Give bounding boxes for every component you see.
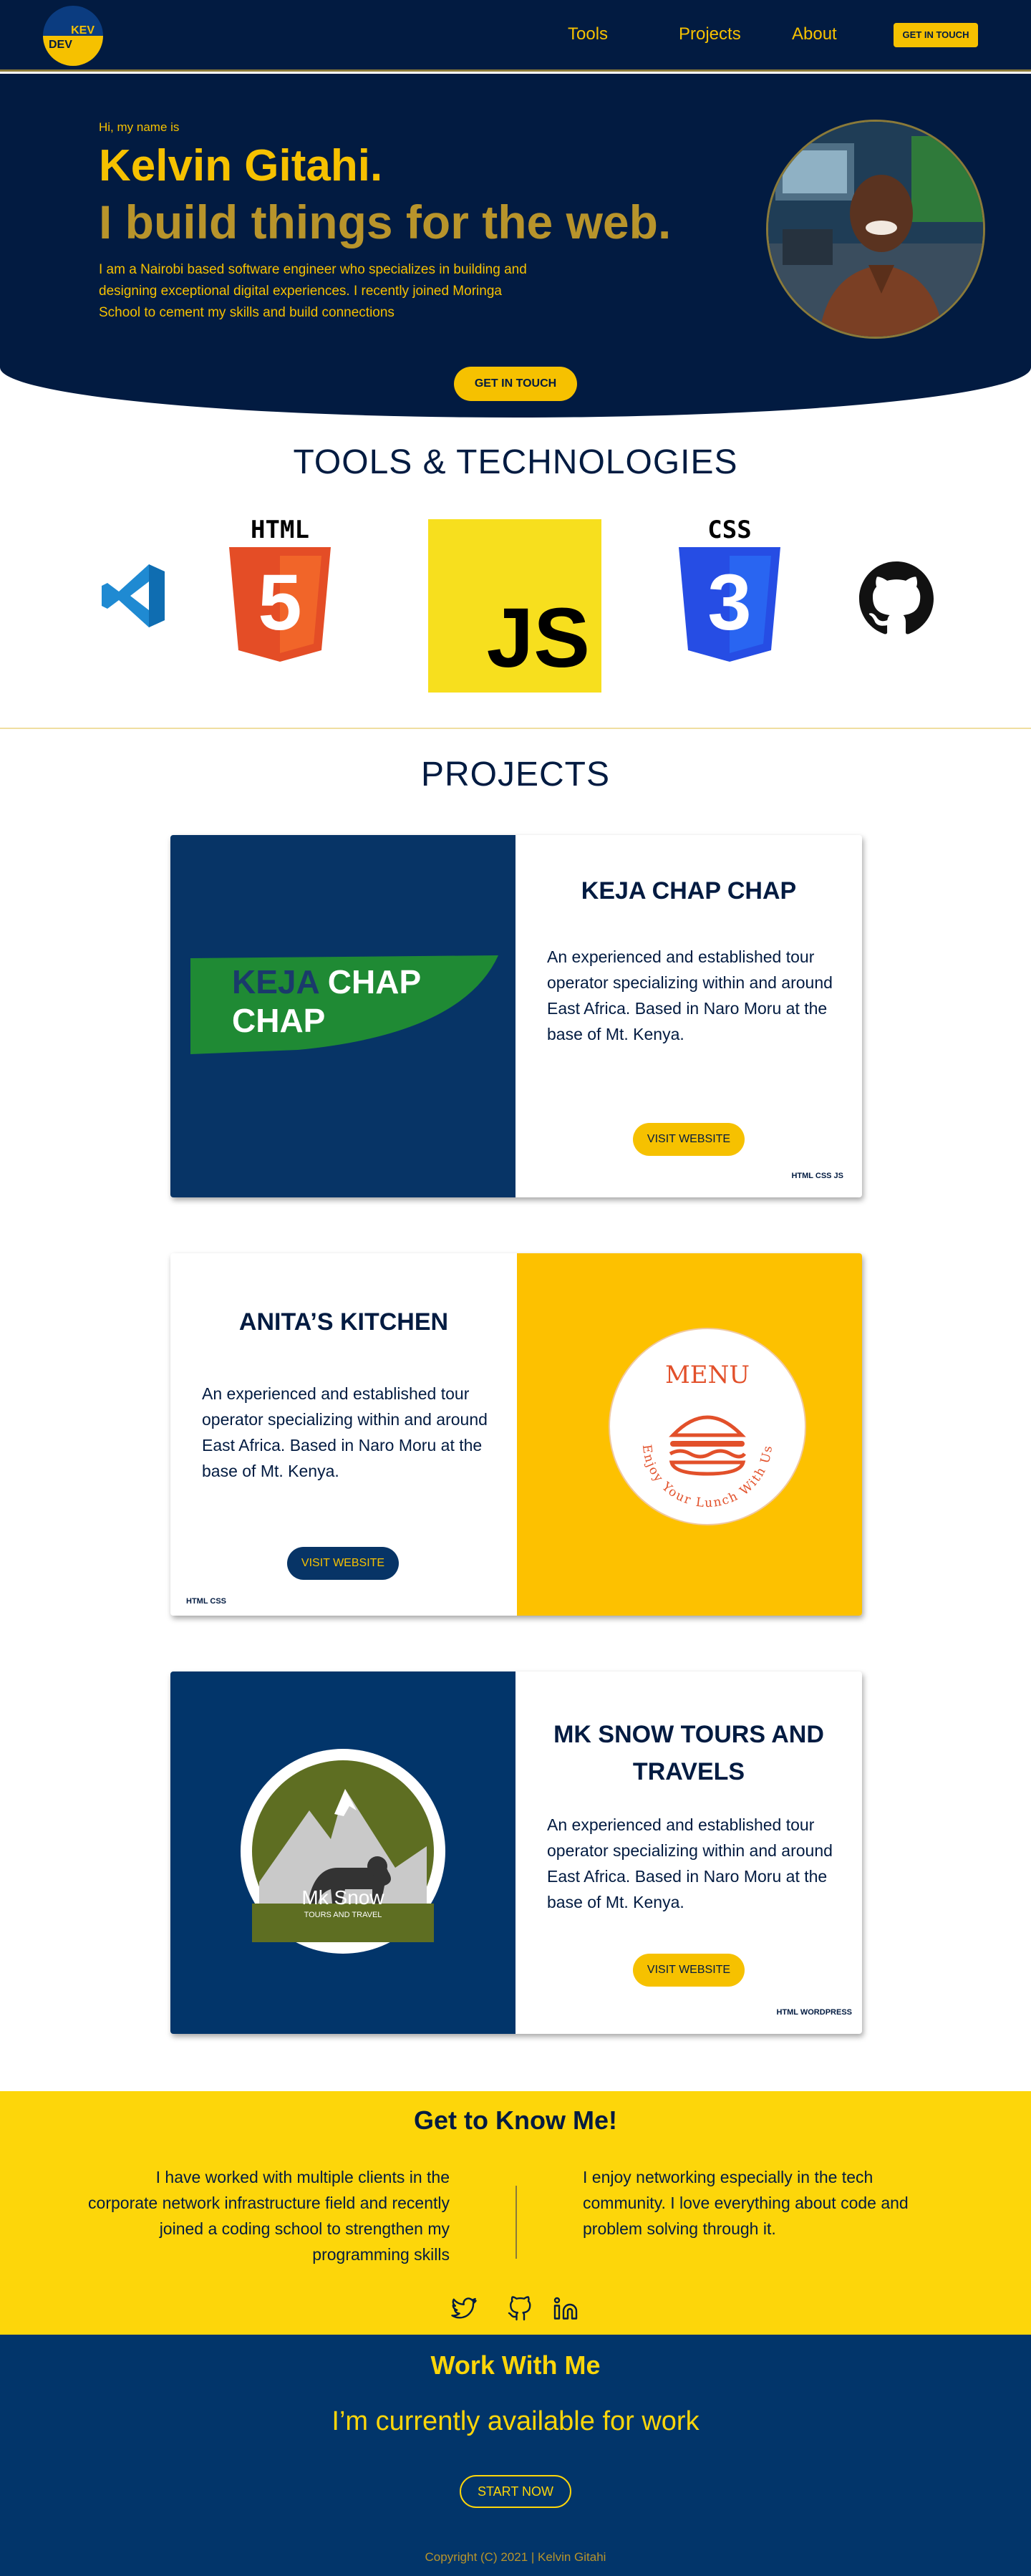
project-tags: HTML CSS JS bbox=[791, 1172, 843, 1180]
project-tags: HTML WORDPRESS bbox=[776, 2008, 852, 2017]
project-description: An experienced and established tour oper… bbox=[547, 1815, 833, 1911]
project-description: An experienced and established tour oper… bbox=[202, 1384, 488, 1480]
github-icon[interactable] bbox=[507, 2296, 533, 2322]
keja-logo-text: KEJA CHAP CHAP bbox=[232, 963, 421, 1040]
site-logo[interactable]: KEV DEV bbox=[43, 6, 103, 66]
twitter-icon[interactable] bbox=[451, 2296, 477, 2322]
keja-logo-panel: KEJA CHAP CHAP bbox=[170, 835, 516, 1197]
project-card-mksnow: Mk Snow TOURS AND TRAVEL MK SNOW TOURS A… bbox=[170, 1671, 862, 2034]
hero-name: Kelvin Gitahi. bbox=[99, 141, 383, 190]
hero-intro: Hi, my name is bbox=[99, 120, 180, 134]
start-now-button[interactable]: START NOW bbox=[460, 2475, 571, 2508]
nav-get-in-touch-button[interactable]: GET IN TOUCH bbox=[894, 23, 978, 47]
keja-logo-word2: CHAP bbox=[327, 963, 422, 1000]
profile-photo bbox=[766, 120, 985, 339]
mksnow-logo-sub: TOURS AND TRAVEL bbox=[304, 1911, 382, 1919]
project-title: MK SNOW TOURS AND TRAVELS bbox=[553, 1721, 824, 1785]
project-card-keja: KEJA CHAP CHAP KEJA CHAP CHAP An experie… bbox=[170, 835, 862, 1197]
project-description: An experienced and established tour oper… bbox=[547, 947, 833, 1043]
html5-icon: HTML 5 bbox=[228, 516, 332, 666]
work-title: Work With Me bbox=[430, 2350, 601, 2380]
visit-website-button[interactable]: VISIT WEBSITE bbox=[633, 1954, 745, 1987]
keja-logo-word3: CHAP bbox=[232, 1002, 326, 1039]
project-title: KEJA CHAP CHAP bbox=[581, 877, 797, 905]
mksnow-logo-panel: Mk Snow TOURS AND TRAVEL bbox=[170, 1671, 516, 2034]
logo-text-bottom: DEV bbox=[49, 39, 72, 51]
about-title: Get to Know Me! bbox=[414, 2105, 617, 2135]
mksnow-card-body: MK SNOW TOURS AND TRAVELS An experienced… bbox=[516, 1671, 862, 2034]
logo-text-top: KEV bbox=[71, 24, 95, 37]
css3-glyph: 3 bbox=[707, 559, 752, 647]
copyright-text: Copyright (C) 2021 | Kelvin Gitahi bbox=[425, 2550, 606, 2564]
html5-glyph: 5 bbox=[258, 559, 302, 647]
mksnow-logo-name: Mk Snow bbox=[301, 1886, 384, 1909]
project-title: ANITA’S KITCHEN bbox=[238, 1308, 449, 1336]
about-right-text: I enjoy networking especially in the tec… bbox=[583, 2168, 909, 2238]
js-label: JS bbox=[486, 591, 590, 685]
burger-icon: Enjoy Your Lunch With Us bbox=[639, 1415, 774, 1510]
about-left-text: I have worked with multiple clients in t… bbox=[88, 2168, 450, 2264]
work-subtitle: I’m currently available for work bbox=[331, 2406, 700, 2436]
project-card-anita: ANITA’S KITCHEN An experienced and estab… bbox=[170, 1253, 862, 1616]
profile-photo-illustration bbox=[768, 122, 983, 337]
visit-website-button[interactable]: VISIT WEBSITE bbox=[633, 1123, 745, 1156]
about-separator bbox=[516, 2186, 517, 2259]
top-navbar: KEV DEV Tools Projects About GET IN TOUC… bbox=[0, 0, 1031, 72]
github-icon bbox=[859, 561, 934, 636]
nav-link-projects[interactable]: Projects bbox=[679, 24, 741, 44]
projects-title: PROJECTS bbox=[420, 756, 611, 793]
linkedin-icon[interactable] bbox=[553, 2296, 579, 2322]
vscode-icon bbox=[97, 560, 169, 632]
project-tags: HTML CSS bbox=[186, 1597, 227, 1606]
keja-card-body: KEJA CHAP CHAP An experienced and establ… bbox=[516, 835, 862, 1197]
anita-logo-panel: MENU Enjoy Your Lunch With Us bbox=[517, 1253, 862, 1616]
css3-icon: CSS 3 bbox=[677, 516, 782, 666]
nav-link-about[interactable]: About bbox=[792, 24, 837, 44]
css-label: CSS bbox=[707, 516, 752, 544]
keja-logo-word1: KEJA bbox=[232, 963, 319, 1000]
hero-description: I am a Nairobi based software engineer w… bbox=[99, 262, 527, 320]
html-label: HTML bbox=[251, 516, 309, 544]
visit-website-button[interactable]: VISIT WEBSITE bbox=[287, 1547, 399, 1580]
tools-title: TOOLS & TECHNOLOGIES bbox=[293, 443, 738, 481]
nav-link-tools[interactable]: Tools bbox=[568, 24, 608, 44]
hero-tagline: I build things for the web. bbox=[99, 196, 672, 249]
hero-get-in-touch-button[interactable]: GET IN TOUCH bbox=[454, 367, 577, 401]
anita-card-body: ANITA’S KITCHEN An experienced and estab… bbox=[170, 1253, 517, 1616]
section-divider bbox=[0, 728, 1031, 729]
javascript-icon: JS bbox=[428, 519, 601, 693]
